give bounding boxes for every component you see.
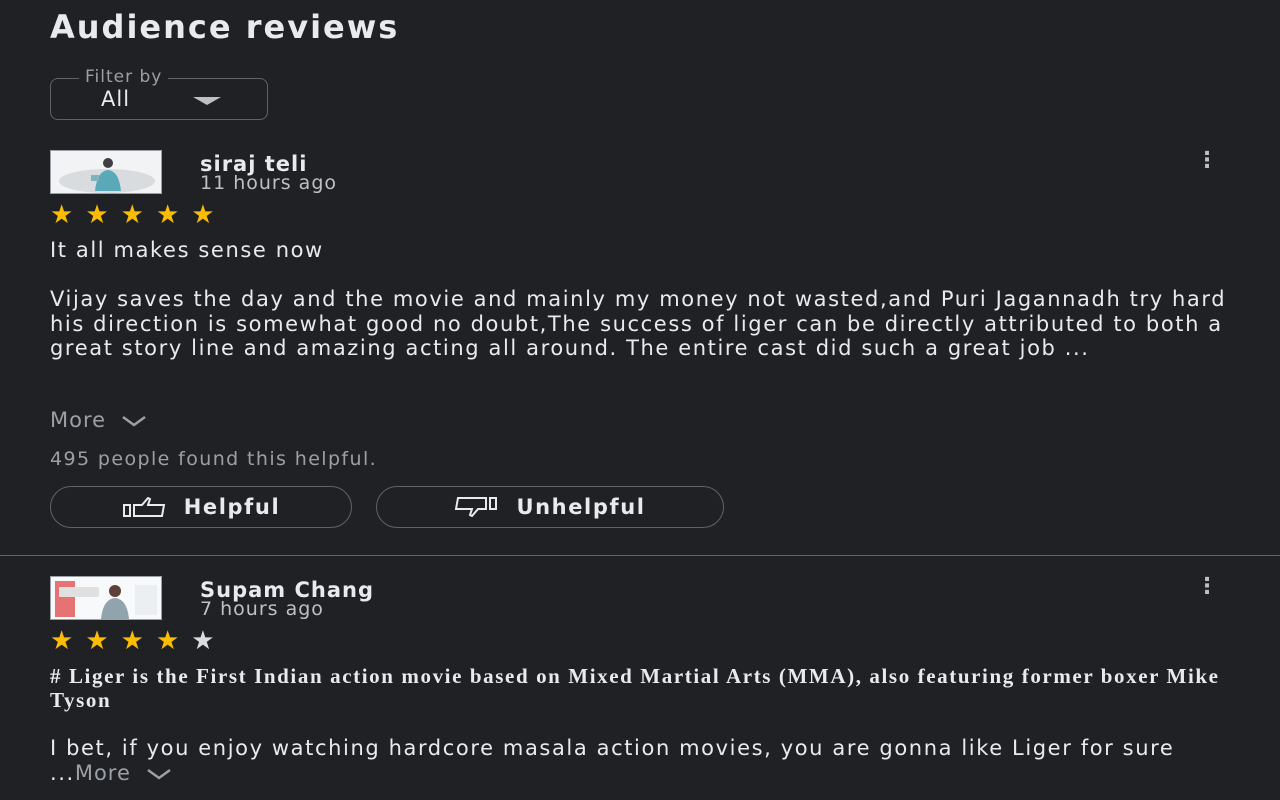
review-headline: It all makes sense now (50, 238, 324, 262)
star-icon: ★ (191, 626, 227, 656)
thumb-down-icon (454, 497, 500, 517)
dropdown-arrow-icon (193, 97, 221, 105)
star-icon: ★ (50, 200, 86, 230)
helpful-label: Helpful (183, 495, 281, 519)
star-icon: ★ (155, 200, 192, 230)
review-headline: # Liger is the First Indian action movie… (50, 664, 1220, 712)
review-body: I bet, if you enjoy watching hardcore ma… (50, 736, 1230, 785)
star-rating: ★★★★★ (50, 628, 227, 654)
filter-dropdown[interactable]: Filter by All (50, 67, 268, 120)
star-icon: ★ (85, 200, 121, 230)
filter-label: Filter by (79, 67, 169, 87)
review-time: 7 hours ago (200, 598, 324, 620)
more-label: More (50, 408, 107, 432)
star-icon: ★ (155, 626, 192, 656)
helpful-button[interactable]: Helpful (50, 486, 352, 528)
more-vert-icon[interactable]: ⋮ (1196, 150, 1218, 172)
unhelpful-label: Unhelpful (516, 495, 646, 519)
star-icon: ★ (50, 626, 86, 656)
review-time: 11 hours ago (200, 172, 338, 194)
helpful-count: 495 people found this helpful. (50, 448, 378, 470)
chevron-down-icon[interactable] (145, 767, 173, 781)
more-vert-icon[interactable]: ⋮ (1196, 576, 1218, 598)
filter-value: All (101, 87, 131, 111)
more-button[interactable]: More (50, 408, 148, 433)
star-icon: ★ (120, 200, 156, 230)
page-title: Audience reviews (50, 8, 400, 46)
thumb-up-icon (122, 497, 168, 517)
star-icon: ★ (85, 626, 121, 656)
unhelpful-button[interactable]: Unhelpful (376, 486, 724, 528)
more-button[interactable]: More (75, 761, 131, 785)
avatar (50, 150, 162, 194)
star-icon: ★ (191, 200, 227, 230)
chevron-down-icon (120, 414, 148, 428)
star-icon: ★ (120, 626, 156, 656)
review-body-text: I bet, if you enjoy watching hardcore ma… (50, 736, 1175, 785)
star-rating: ★★★★★ (50, 202, 227, 228)
more-label: More (74, 760, 131, 785)
review-body: Vijay saves the day and the movie and ma… (50, 287, 1227, 360)
avatar (50, 576, 162, 620)
divider (0, 555, 1280, 556)
